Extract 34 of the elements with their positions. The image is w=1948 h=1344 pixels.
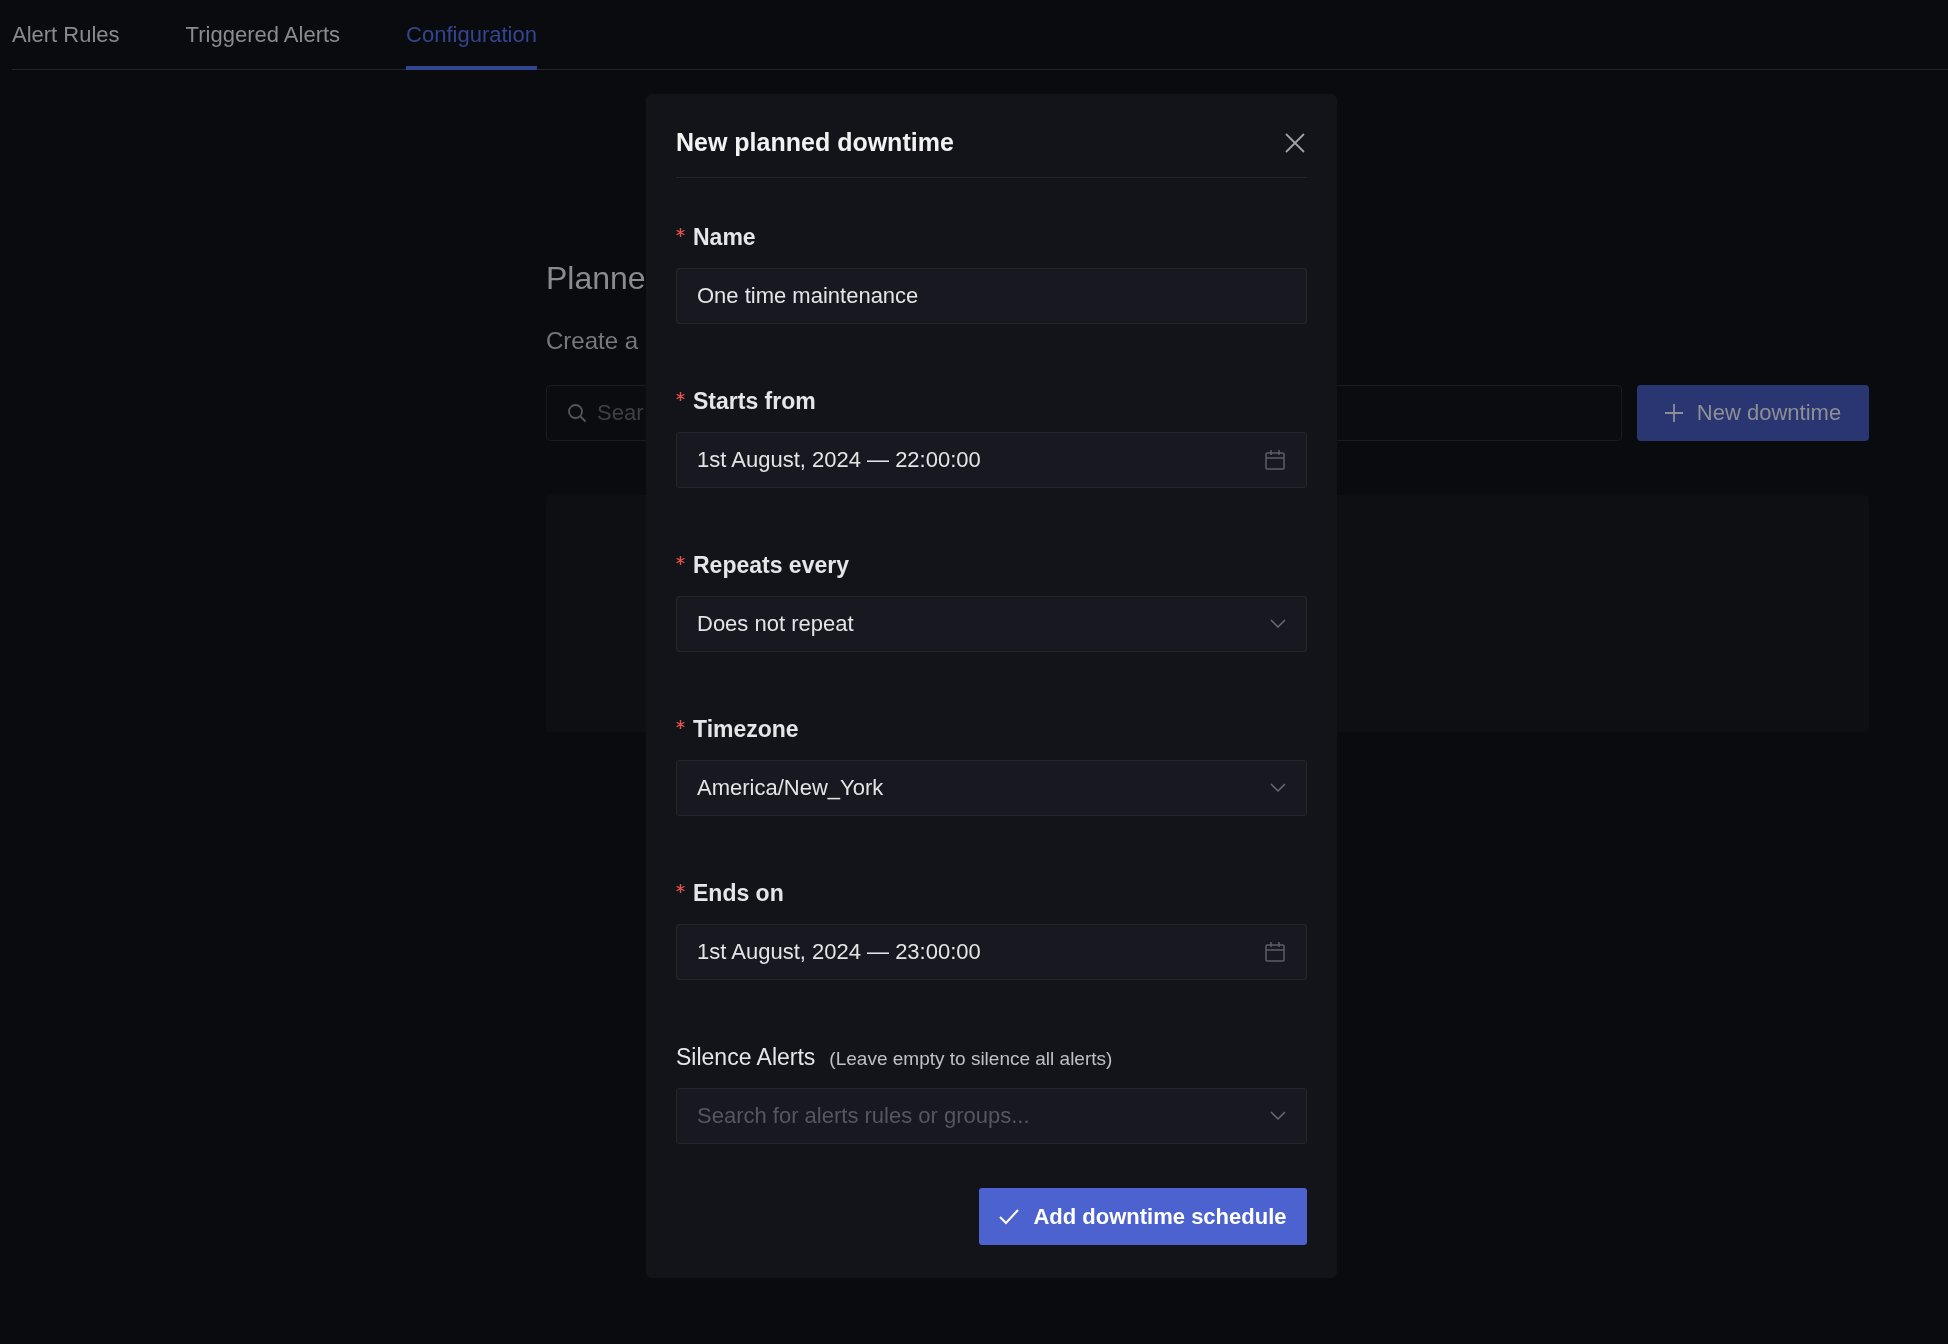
close-button[interactable] bbox=[1283, 130, 1307, 155]
field-hint: (Leave empty to silence all alerts) bbox=[829, 1048, 1113, 1070]
select-field[interactable]: America/New_York bbox=[676, 760, 1307, 816]
field-label: Name bbox=[676, 224, 756, 251]
field-label: Repeats every bbox=[676, 552, 849, 579]
field-label: Silence Alerts bbox=[676, 1044, 816, 1071]
required-icon bbox=[676, 720, 685, 729]
tab[interactable]: Triggered Alerts bbox=[185, 0, 341, 70]
required-icon bbox=[676, 228, 685, 237]
page-title: Planne bbox=[546, 260, 646, 297]
chevron-down-icon bbox=[1270, 619, 1286, 629]
new-downtime-button[interactable]: New downtime bbox=[1637, 385, 1869, 441]
required-icon bbox=[676, 884, 685, 893]
required-icon bbox=[676, 392, 685, 401]
page-subtitle: Create a bbox=[546, 327, 639, 355]
field-label: Timezone bbox=[676, 716, 799, 743]
close-icon bbox=[1285, 132, 1305, 153]
required-icon bbox=[676, 556, 685, 565]
tab[interactable]: Alert Rules bbox=[12, 0, 120, 70]
field-label: Ends on bbox=[676, 880, 784, 907]
chevron-down-icon bbox=[1270, 783, 1286, 793]
check-icon bbox=[999, 1208, 1020, 1225]
add-schedule-button[interactable]: Add downtime schedule bbox=[979, 1188, 1307, 1245]
search-icon bbox=[567, 403, 587, 423]
dialog-title: New planned downtime bbox=[676, 128, 954, 157]
chevron-down-icon bbox=[1270, 1111, 1286, 1121]
calendar-icon bbox=[1264, 449, 1286, 471]
field-label: Starts from bbox=[676, 388, 816, 415]
calendar-icon bbox=[1264, 941, 1286, 963]
select-field[interactable]: Does not repeat bbox=[676, 596, 1307, 652]
date-field[interactable]: 1st August, 2024 — 23:00:00 bbox=[676, 924, 1307, 980]
input-field[interactable]: One time maintenance bbox=[676, 268, 1307, 324]
plus-icon bbox=[1664, 404, 1683, 422]
date-field[interactable]: 1st August, 2024 — 22:00:00 bbox=[676, 432, 1307, 488]
